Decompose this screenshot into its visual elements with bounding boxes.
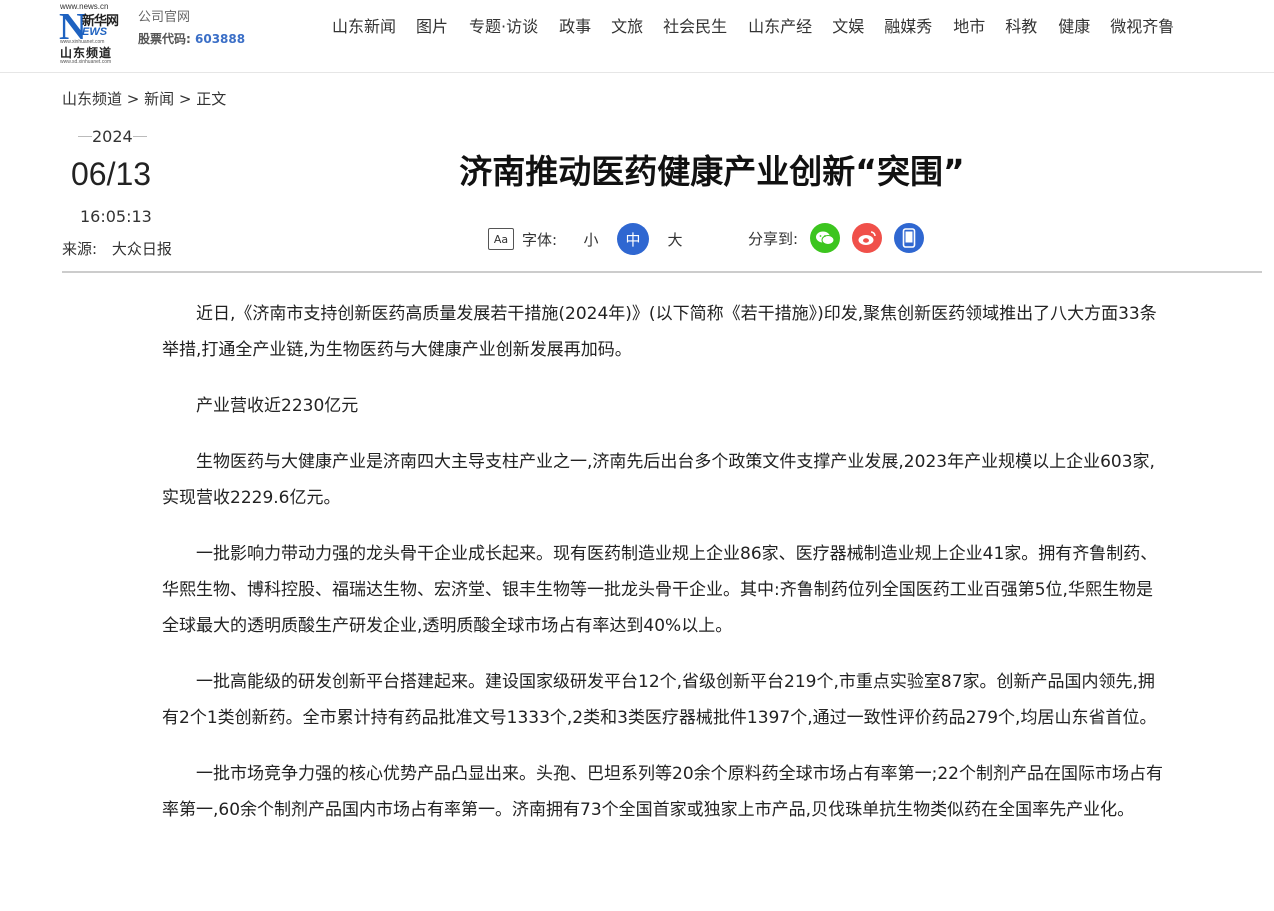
nav-item-entertainment[interactable]: 文娱 (832, 13, 864, 37)
font-size-medium-button[interactable]: 中 (617, 223, 650, 255)
article-paragraph: 一批影响力带动力强的龙头骨干企业成长起来。现有医药制造业规上企业86家、医疗器械… (162, 544, 1158, 636)
article-paragraph: 一批市场竞争力强的核心优势产品凸显出来。头孢、巴坦系列等20余个原料药全球市场占… (162, 764, 1163, 820)
font-size-small-button[interactable]: 小 (575, 223, 607, 255)
year-dash-left (78, 136, 92, 137)
logo-channel-url: www.sd.xinhuanet.com (60, 59, 112, 65)
font-size-label: 字体: (522, 230, 558, 249)
nav-item-topics[interactable]: 专题·访谈 (469, 13, 538, 37)
font-size-large-button[interactable]: 大 (659, 223, 691, 255)
nav-item-science-edu[interactable]: 科教 (1005, 13, 1037, 37)
site-header: www.news.cn N 新华网 EWS www.xinhuanet.com … (0, 0, 1274, 73)
breadcrumb[interactable]: 山东频道 > 新闻 > 正文 (62, 88, 226, 109)
stock-code: 股票代码: 603888 (138, 30, 245, 47)
year-dash-right (132, 136, 147, 137)
main-nav: 山东新闻 图片 专题·访谈 政事 文旅 社会民生 山东产经 文娱 融媒秀 地市 … (332, 13, 1174, 37)
xinhua-shandong-logo[interactable]: www.news.cn N 新华网 EWS www.xinhuanet.com … (58, 2, 130, 66)
article-paragraph: 产业营收近2230亿元 (196, 396, 359, 416)
share-bar: 分享到: (748, 223, 925, 253)
font-size-control: Aa 字体: 小 中 大 (488, 223, 691, 255)
publish-year: 2024 (78, 127, 147, 146)
official-site-link[interactable]: 公司官网 (138, 6, 190, 25)
source-label: 来源: (62, 240, 98, 258)
nav-item-society[interactable]: 社会民生 (663, 13, 727, 37)
share-label: 分享到: (748, 229, 799, 248)
nav-item-cities[interactable]: 地市 (953, 13, 985, 37)
article-paragraph: 生物医药与大健康产业是济南四大主导支柱产业之一,济南先后出台多个政策文件支撑产业… (162, 452, 1155, 508)
article-body: 近日,《济南市支持创新医药高质量发展若干措施(2024年)》(以下简称《若干措施… (162, 296, 1164, 848)
mobile-icon[interactable] (894, 223, 925, 253)
header-divider (62, 271, 1262, 273)
nav-item-health[interactable]: 健康 (1058, 13, 1090, 37)
stock-code-value[interactable]: 603888 (195, 32, 245, 46)
source-name: 大众日报 (111, 240, 172, 258)
nav-item-media-show[interactable]: 融媒秀 (884, 13, 932, 37)
weibo-icon[interactable] (852, 223, 883, 253)
nav-item-micro-video[interactable]: 微视齐鲁 (1110, 13, 1174, 37)
publish-time: 16:05:13 (80, 207, 152, 226)
article-title: 济南推动医药健康产业创新“突围” (459, 152, 965, 191)
article-paragraph: 近日,《济南市支持创新医药高质量发展若干措施(2024年)》(以下简称《若干措施… (162, 304, 1157, 360)
article-source: 来源: 大众日报 (62, 238, 172, 259)
nav-item-shandong-news[interactable]: 山东新闻 (332, 13, 396, 37)
font-size-icon: Aa (488, 228, 514, 250)
logo-brand-en: EWS (82, 26, 108, 38)
nav-item-politics[interactable]: 政事 (559, 13, 591, 37)
article-paragraph: 一批高能级的研发创新平台搭建起来。建设国家级研发平台12个,省级创新平台219个… (162, 672, 1157, 728)
nav-item-pictures[interactable]: 图片 (416, 13, 448, 37)
year-text: 2024 (92, 127, 133, 146)
nav-item-industry[interactable]: 山东产经 (748, 13, 812, 37)
stock-label: 股票代码: (138, 32, 191, 46)
nav-item-culture-tourism[interactable]: 文旅 (611, 13, 643, 37)
wechat-icon[interactable] (810, 223, 841, 253)
